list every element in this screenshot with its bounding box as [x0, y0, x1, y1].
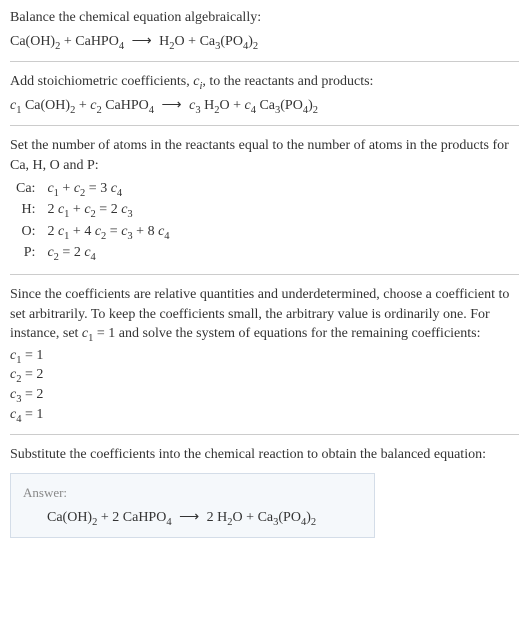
text: = 1 and solve the system of equations fo…	[93, 326, 480, 341]
arrow-icon: ⟶	[179, 510, 199, 525]
table-row: O: 2 c1 + 4 c2 = c3 + 8 c4	[10, 221, 176, 243]
result-row: c3 = 2	[10, 385, 519, 405]
coeff-results: c1 = 1 c2 = 2 c3 = 2 c4 = 1	[10, 346, 519, 424]
balanced-equation: Ca(OH)2 + 2 CaHPO4 ⟶ 2 H2O + Ca3(PO4)2	[23, 508, 362, 528]
reactant-1: Ca(OH)	[25, 98, 70, 113]
reactant-1: Ca(OH)	[47, 510, 92, 525]
product-2b: (PO	[220, 34, 243, 49]
product-1b: O	[219, 98, 229, 113]
divider	[10, 125, 519, 126]
c1-sub: 1	[16, 105, 21, 116]
product-1: H	[217, 510, 227, 525]
equation-cell: c1 + c2 = 3 c4	[41, 178, 175, 200]
step3-text: Since the coefficients are relative quan…	[10, 285, 519, 344]
product-1: H	[159, 34, 169, 49]
arrow-icon: ⟶	[162, 98, 182, 113]
step4-block: Substitute the coefficients into the che…	[10, 445, 519, 465]
equation-cell: 2 c1 + 4 c2 = c3 + 8 c4	[41, 221, 175, 243]
reactant-2-sub: 4	[119, 40, 124, 51]
c3-sub: 3	[195, 105, 200, 116]
product-2: Ca	[258, 510, 274, 525]
product-2c-sub: 2	[253, 40, 258, 51]
result-row: c4 = 1	[10, 405, 519, 425]
reactant-2: CaHPO	[105, 98, 149, 113]
equation-cell: 2 c1 + c2 = 2 c3	[41, 199, 175, 221]
step4-text: Substitute the coefficients into the che…	[10, 445, 519, 465]
product-1: H	[204, 98, 214, 113]
product-2c-sub: 2	[313, 105, 318, 116]
answer-label: Answer:	[23, 484, 362, 502]
table-row: P: c2 = 2 c4	[10, 242, 176, 264]
answer-box: Answer: Ca(OH)2 + 2 CaHPO4 ⟶ 2 H2O + Ca3…	[10, 473, 375, 539]
divider	[10, 274, 519, 275]
plus: +	[75, 98, 90, 113]
result-row: c2 = 2	[10, 365, 519, 385]
unbalanced-equation: Ca(OH)2 + CaHPO4 ⟶ H2O + Ca3(PO4)2	[10, 32, 519, 52]
plus: +	[60, 34, 75, 49]
table-row: H: 2 c1 + c2 = 2 c3	[10, 199, 176, 221]
product-2b: (PO	[280, 98, 303, 113]
equation-cell: c2 = 2 c4	[41, 242, 175, 264]
step2-text: Set the number of atoms in the reactants…	[10, 136, 519, 175]
text: , to the reactants and products:	[202, 74, 373, 89]
coeff-equation: c1 Ca(OH)2 + c2 CaHPO4 ⟶ c3 H2O + c4 Ca3…	[10, 96, 519, 116]
step3-block: Since the coefficients are relative quan…	[10, 285, 519, 424]
step1-text: Add stoichiometric coefficients, ci, to …	[10, 72, 519, 92]
divider	[10, 61, 519, 62]
header-block: Balance the chemical equation algebraica…	[10, 8, 519, 51]
product-2: Ca	[200, 34, 216, 49]
element-label: H:	[10, 199, 41, 221]
divider	[10, 434, 519, 435]
plus: +	[185, 34, 200, 49]
element-label: P:	[10, 242, 41, 264]
element-label: O:	[10, 221, 41, 243]
text: Add stoichiometric coefficients,	[10, 74, 193, 89]
atom-table: Ca: c1 + c2 = 3 c4 H: 2 c1 + c2 = 2 c3 O…	[10, 178, 176, 264]
c2-sub: 2	[96, 105, 101, 116]
reactant-2-sub: 4	[149, 105, 154, 116]
plus: +	[230, 98, 245, 113]
instruction-text: Balance the chemical equation algebraica…	[10, 8, 519, 28]
reactant-1: Ca(OH)	[10, 34, 55, 49]
reactant-2: CaHPO	[75, 34, 119, 49]
result-row: c1 = 1	[10, 346, 519, 366]
step2-block: Set the number of atoms in the reactants…	[10, 136, 519, 264]
table-row: Ca: c1 + c2 = 3 c4	[10, 178, 176, 200]
step1-block: Add stoichiometric coefficients, ci, to …	[10, 72, 519, 115]
product-2: Ca	[259, 98, 275, 113]
arrow-icon: ⟶	[132, 34, 152, 49]
c4-sub: 4	[251, 105, 256, 116]
reactant-2: CaHPO	[123, 510, 167, 525]
element-label: Ca:	[10, 178, 41, 200]
product-1b: O	[175, 34, 185, 49]
